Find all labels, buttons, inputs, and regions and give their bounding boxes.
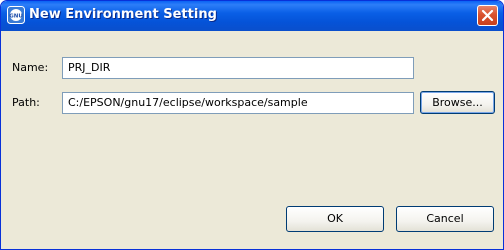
name-field[interactable]: PRJ_DIR bbox=[62, 57, 414, 79]
title-bar[interactable]: GNU New Environment Setting bbox=[1, 1, 503, 31]
window-title: New Environment Setting bbox=[29, 7, 217, 22]
close-icon bbox=[481, 9, 494, 22]
path-field[interactable]: C:/EPSON/gnu17/eclipse/workspace/sample bbox=[62, 92, 414, 114]
gnu-app-icon: GNU bbox=[7, 6, 25, 24]
name-label: Name: bbox=[12, 61, 49, 74]
ok-button[interactable]: OK bbox=[286, 206, 384, 232]
svg-text:GNU: GNU bbox=[9, 14, 23, 20]
close-button[interactable] bbox=[477, 5, 498, 26]
cancel-button[interactable]: Cancel bbox=[396, 206, 494, 232]
path-label: Path: bbox=[12, 96, 40, 109]
browse-button[interactable]: Browse... bbox=[420, 91, 495, 114]
dialog-window: GNU New Environment Setting Name: PRJ_DI… bbox=[0, 0, 504, 250]
